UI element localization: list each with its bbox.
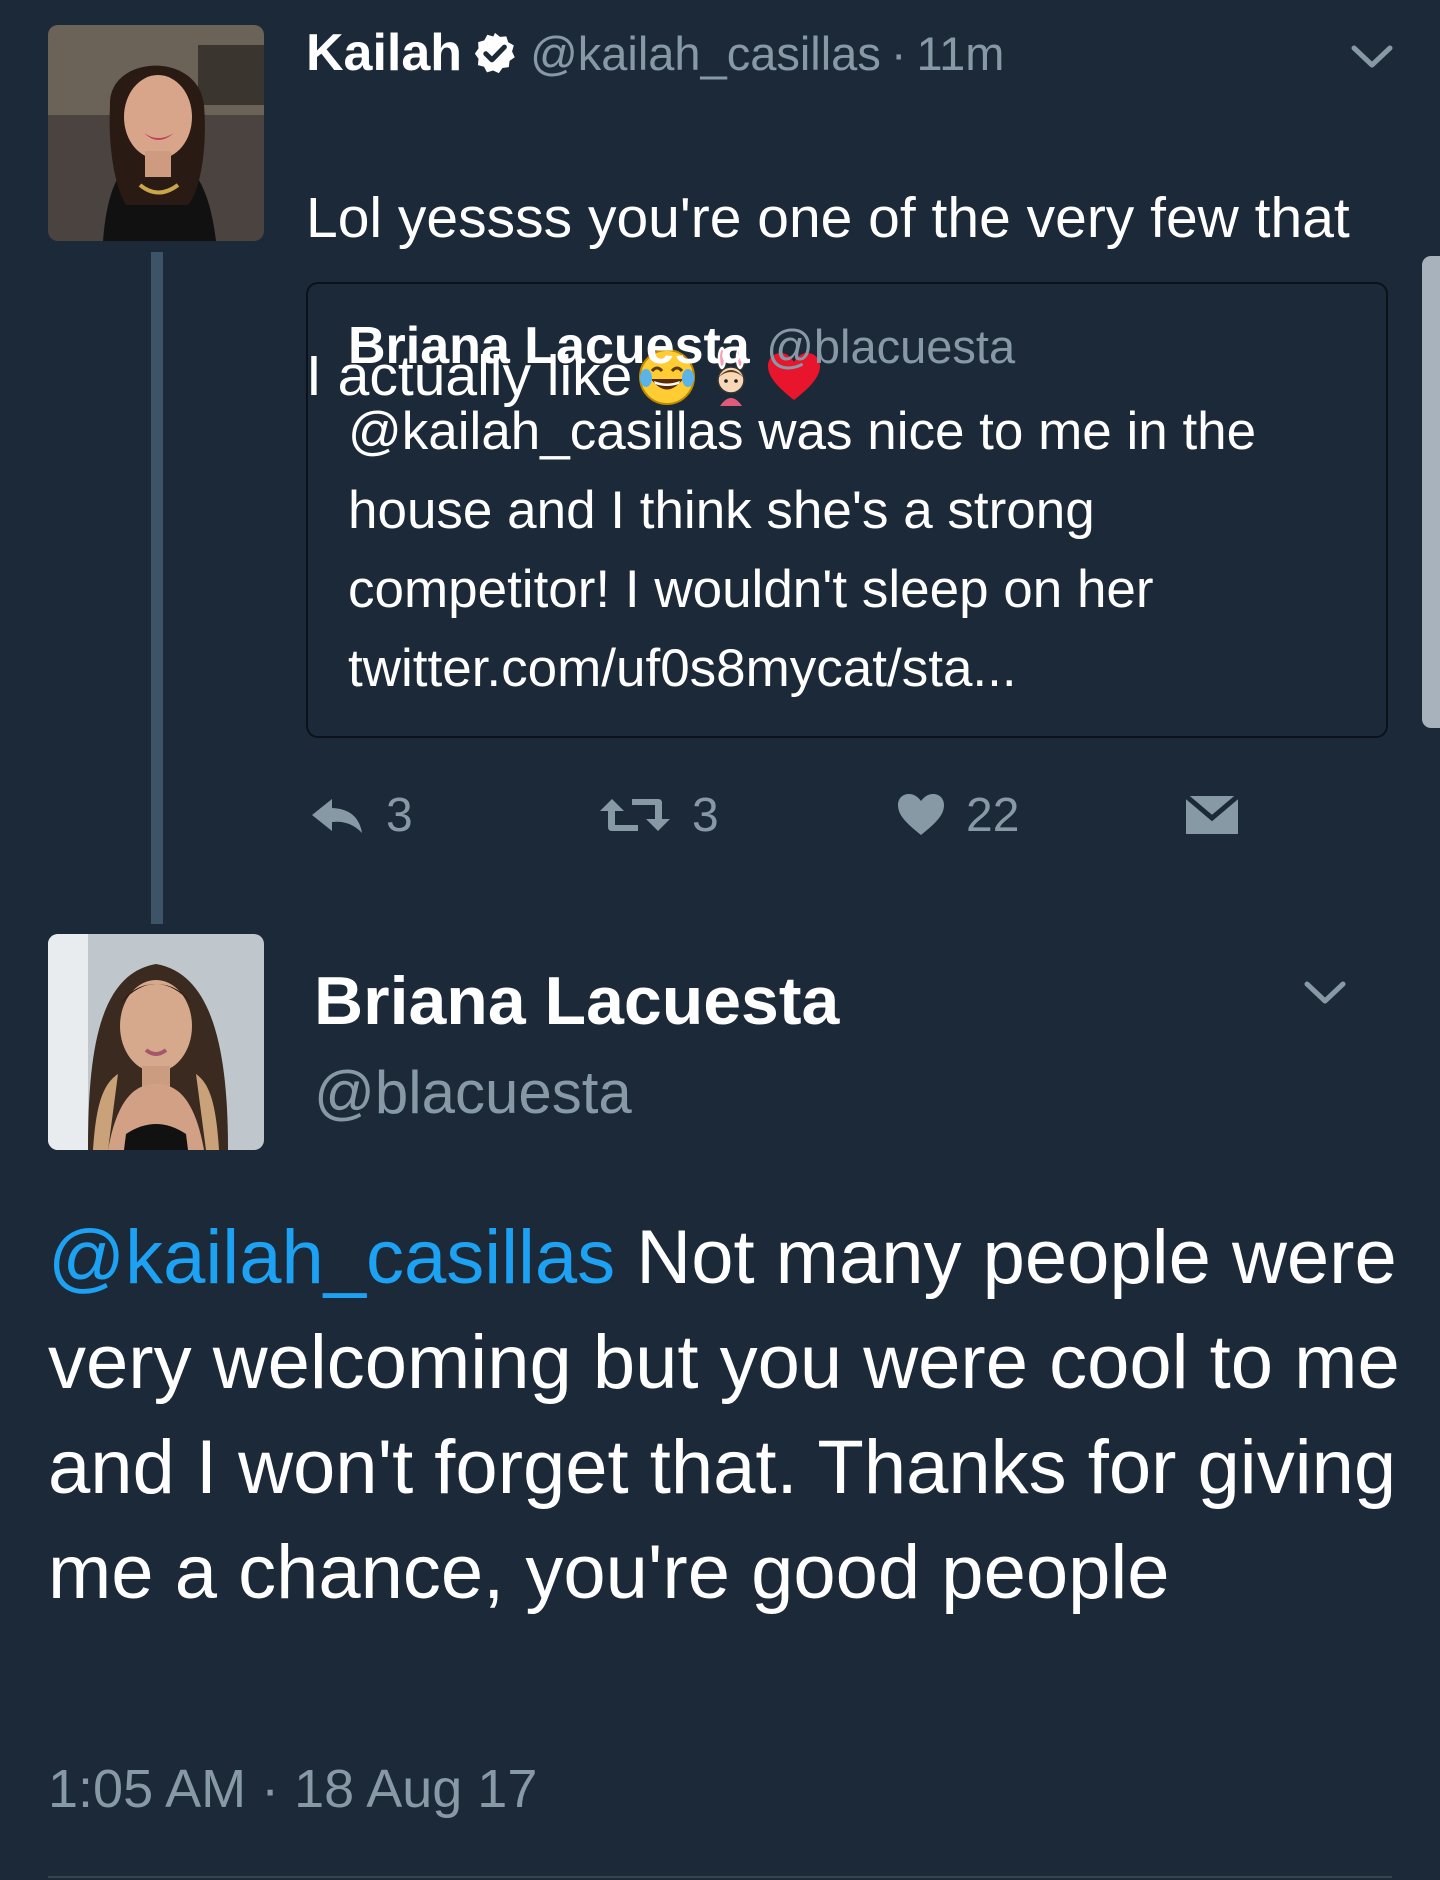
retweet-button[interactable]: 3 xyxy=(598,780,719,850)
tweet-1-handle[interactable]: @kailah_casillas xyxy=(530,26,881,81)
tweet-1-header: Kailah @kailah_casillas · 11m xyxy=(306,18,1004,88)
tweet-1-action-bar: 3 3 22 xyxy=(0,780,1440,850)
quoted-tweet-card[interactable]: Briana Lacuesta @blacuesta @kailah_casil… xyxy=(306,282,1388,738)
reply-count: 3 xyxy=(386,788,413,842)
envelope-icon xyxy=(1184,794,1240,834)
avatar-kailah[interactable] xyxy=(48,25,264,241)
chevron-down-icon[interactable] xyxy=(1350,44,1394,70)
quoted-tweet-header: Briana Lacuesta @blacuesta xyxy=(348,316,1015,376)
tweet-1-time[interactable]: 11m xyxy=(916,26,1004,81)
like-button[interactable]: 22 xyxy=(896,780,1019,850)
heart-icon xyxy=(898,794,944,835)
tweet-1-text-line1: Lol yessss you're one of the very few th… xyxy=(306,186,1350,250)
divider xyxy=(48,1876,1392,1878)
quoted-tweet-text: @kailah_casillas was nice to me in the h… xyxy=(348,402,1257,698)
quoted-tweet-handle: @blacuesta xyxy=(766,320,1016,373)
retweet-icon xyxy=(600,799,670,831)
avatar-briana[interactable] xyxy=(48,934,264,1150)
retweet-count: 3 xyxy=(692,788,719,842)
reply-icon xyxy=(312,799,362,833)
direct-message-button[interactable] xyxy=(1184,780,1240,850)
tweet-1-author-name[interactable]: Kailah xyxy=(306,23,462,83)
tweet-2-text: @kailah_casillas Not many people were ve… xyxy=(48,1205,1418,1625)
like-count: 22 xyxy=(966,788,1020,842)
scrollbar-thumb[interactable] xyxy=(1422,256,1440,728)
tweet-2-handle[interactable]: @blacuesta xyxy=(314,1058,632,1127)
mention-link[interactable]: @kailah_casillas xyxy=(48,1215,615,1300)
tweet-1-separator: · xyxy=(890,26,907,80)
verified-badge-icon xyxy=(474,32,515,74)
chevron-down-icon[interactable] xyxy=(1303,980,1347,1006)
quoted-tweet-author-name: Briana Lacuesta xyxy=(348,317,750,375)
reply-button[interactable]: 3 xyxy=(306,780,413,850)
tweet-2-author-name[interactable]: Briana Lacuesta xyxy=(314,962,839,1040)
tweet-2-timestamp[interactable]: 1:05 AM · 18 Aug 17 xyxy=(48,1758,537,1820)
